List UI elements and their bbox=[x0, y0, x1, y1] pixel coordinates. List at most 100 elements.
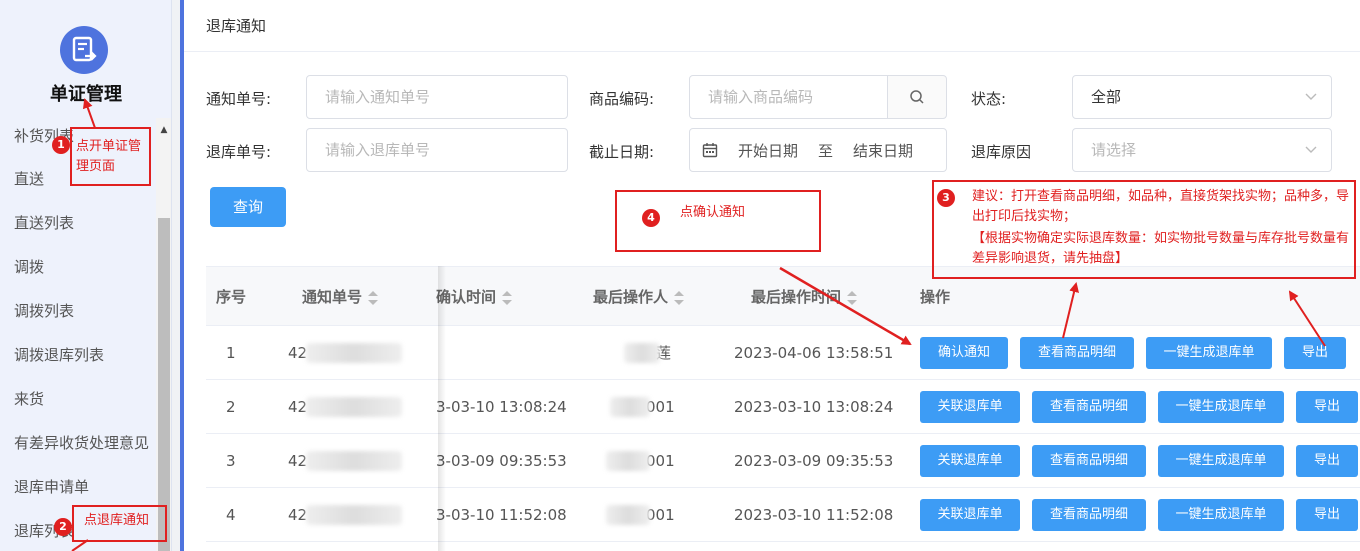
col-op-time[interactable]: 最后操作时间 bbox=[751, 267, 858, 327]
table-row: 4 42 3-03-10 11:52:08 001 2023-03-10 11:… bbox=[206, 488, 1360, 542]
cell-op-time: 2023-03-10 13:08:24 bbox=[734, 398, 894, 416]
return-no-input[interactable] bbox=[306, 128, 568, 172]
cell-notice-no: 42 bbox=[288, 506, 308, 524]
cell-op-time: 2023-03-09 09:35:53 bbox=[734, 452, 894, 470]
export-button[interactable]: 导出 bbox=[1284, 337, 1346, 369]
sidebar-item-incoming[interactable]: 来货 bbox=[0, 377, 156, 421]
scroll-thumb[interactable] bbox=[158, 218, 170, 551]
document-icon[interactable] bbox=[60, 26, 108, 74]
cell-index: 4 bbox=[226, 506, 236, 524]
cell-operator: 001 bbox=[646, 452, 675, 470]
sort-icon[interactable] bbox=[368, 290, 379, 305]
product-code-label: 商品编码: bbox=[589, 90, 655, 108]
search-icon bbox=[910, 90, 924, 104]
link-return-button[interactable]: 关联退库单 bbox=[920, 445, 1020, 477]
sidebar-item-direct-list[interactable]: 直送列表 bbox=[0, 201, 156, 245]
table-row: 1 42 莲 2023-04-06 13:58:51 确认通知 查看商品明细 一… bbox=[206, 326, 1360, 380]
chevron-down-icon bbox=[1305, 93, 1317, 100]
fixed-column-shadow bbox=[438, 266, 446, 551]
cell-index: 1 bbox=[226, 344, 236, 362]
sidebar-item-transfer-list[interactable]: 调拨列表 bbox=[0, 289, 156, 333]
export-button[interactable]: 导出 bbox=[1296, 499, 1358, 531]
sidebar-item-return-request[interactable]: 退库申请单 bbox=[0, 465, 156, 509]
notice-no-input[interactable] bbox=[306, 75, 568, 119]
sidebar: 单证管理 补货列表 直送 直送列表 调拨 调拨列表 调拨退库列表 来货 有差异收… bbox=[0, 0, 172, 551]
cell-op-time: 2023-04-06 13:58:51 bbox=[734, 344, 894, 362]
status-label: 状态: bbox=[971, 90, 1007, 108]
col-notice-no-label: 通知单号 bbox=[302, 288, 363, 306]
annotation-1-number: 1 bbox=[52, 136, 70, 154]
sidebar-item-discrepancy[interactable]: 有差异收货处理意见 bbox=[0, 421, 156, 465]
return-no-label: 退库单号: bbox=[206, 143, 272, 161]
sidebar-item-transfer[interactable]: 调拨 bbox=[0, 245, 156, 289]
date-end[interactable]: 结束日期 bbox=[853, 140, 913, 161]
sidebar-title: 单证管理 bbox=[50, 84, 122, 105]
search-button[interactable] bbox=[887, 75, 947, 119]
redaction bbox=[624, 343, 660, 363]
generate-return-button[interactable]: 一键生成退库单 bbox=[1146, 337, 1272, 369]
redaction bbox=[606, 505, 650, 525]
sort-icon[interactable] bbox=[502, 290, 513, 305]
date-range-picker[interactable]: 开始日期 至 结束日期 bbox=[689, 128, 947, 172]
cell-operator: 001 bbox=[646, 506, 675, 524]
link-return-button[interactable]: 关联退库单 bbox=[920, 499, 1020, 531]
sort-icon[interactable] bbox=[674, 290, 685, 305]
table-row: 3 42 3-03-09 09:35:53 001 2023-03-09 09:… bbox=[206, 434, 1360, 488]
redaction bbox=[606, 451, 650, 471]
redaction bbox=[306, 451, 402, 471]
deadline-label: 截止日期: bbox=[589, 143, 655, 161]
sidebar-scrollbar[interactable]: ▲ bbox=[156, 118, 171, 551]
export-button[interactable]: 导出 bbox=[1296, 445, 1358, 477]
col-confirm-time[interactable]: 确认时间 bbox=[436, 267, 513, 327]
sidebar-item-transfer-return-list[interactable]: 调拨退库列表 bbox=[0, 333, 156, 377]
col-op-time-label: 最后操作时间 bbox=[751, 288, 842, 306]
annotation-3-text-line1: 建议：打开查看商品明细，如品种，直接货架找实物；品种多，导出打印后找实物； bbox=[972, 189, 1350, 224]
page-title: 退库通知 bbox=[184, 0, 1360, 52]
cell-index: 2 bbox=[226, 398, 236, 416]
reason-select[interactable]: 请选择 bbox=[1072, 128, 1332, 172]
redaction bbox=[610, 397, 650, 417]
cell-confirm-time: 3-03-10 11:52:08 bbox=[436, 506, 567, 524]
col-notice-no[interactable]: 通知单号 bbox=[302, 267, 379, 327]
view-details-button[interactable]: 查看商品明细 bbox=[1020, 337, 1134, 369]
generate-return-button[interactable]: 一键生成退库单 bbox=[1158, 499, 1284, 531]
sort-icon[interactable] bbox=[847, 290, 858, 305]
query-button[interactable]: 查询 bbox=[210, 187, 286, 227]
sidebar-header: 单证管理 bbox=[0, 0, 171, 118]
date-start[interactable]: 开始日期 bbox=[738, 140, 798, 161]
cell-confirm-time: 3-03-09 09:35:53 bbox=[436, 452, 567, 470]
cell-notice-no: 42 bbox=[288, 398, 308, 416]
cell-operator: 001 bbox=[646, 398, 675, 416]
link-return-button[interactable]: 关联退库单 bbox=[920, 391, 1020, 423]
export-button[interactable]: 导出 bbox=[1296, 391, 1358, 423]
annotation-2-number: 2 bbox=[54, 518, 72, 536]
view-details-button[interactable]: 查看商品明细 bbox=[1032, 445, 1146, 477]
scroll-up-icon[interactable]: ▲ bbox=[156, 124, 171, 136]
calendar-icon bbox=[702, 143, 718, 158]
col-operator-label: 最后操作人 bbox=[593, 288, 669, 306]
product-code-input[interactable] bbox=[689, 75, 889, 119]
generate-return-button[interactable]: 一键生成退库单 bbox=[1158, 391, 1284, 423]
view-details-button[interactable]: 查看商品明细 bbox=[1032, 391, 1146, 423]
redaction bbox=[306, 397, 402, 417]
table-row: 2 42 3-03-10 13:08:24 001 2023-03-10 13:… bbox=[206, 380, 1360, 434]
chevron-down-icon bbox=[1305, 146, 1317, 153]
col-index: 序号 bbox=[216, 288, 247, 306]
cell-op-time: 2023-03-10 11:52:08 bbox=[734, 506, 894, 524]
cell-confirm-time: 3-03-10 13:08:24 bbox=[436, 398, 567, 416]
redaction bbox=[306, 505, 402, 525]
col-operator[interactable]: 最后操作人 bbox=[593, 267, 685, 327]
reason-placeholder: 请选择 bbox=[1091, 141, 1137, 159]
annotation-1-text: 点开单证管理页面 bbox=[76, 139, 142, 174]
redaction bbox=[306, 343, 402, 363]
annotation-4-number: 4 bbox=[642, 209, 660, 227]
cell-notice-no: 42 bbox=[288, 344, 308, 362]
annotation-3-number: 3 bbox=[937, 189, 955, 207]
confirm-notice-button[interactable]: 确认通知 bbox=[920, 337, 1008, 369]
status-select[interactable]: 全部 bbox=[1072, 75, 1332, 119]
generate-return-button[interactable]: 一键生成退库单 bbox=[1158, 445, 1284, 477]
view-details-button[interactable]: 查看商品明细 bbox=[1032, 499, 1146, 531]
annotation-2-text: 点退库通知 bbox=[84, 513, 150, 528]
cell-notice-no: 42 bbox=[288, 452, 308, 470]
annotation-4-text: 点确认通知 bbox=[680, 205, 746, 220]
